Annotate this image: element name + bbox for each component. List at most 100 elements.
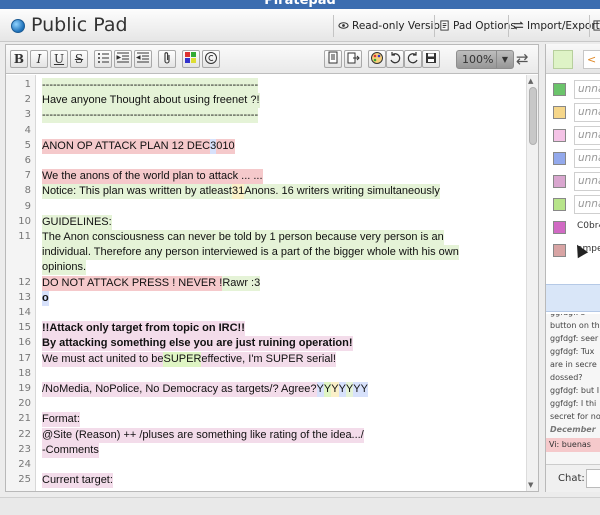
pad-text-area[interactable]: ----------------------------------------… <box>37 75 525 491</box>
bold-button[interactable]: B <box>10 50 28 68</box>
text-segment: YY <box>353 382 368 397</box>
scrollbar-thumb[interactable] <box>529 87 537 145</box>
document-icon <box>440 20 449 31</box>
chat-message: dossed? <box>550 373 583 382</box>
zoom-select[interactable]: 100% ▼ <box>456 50 514 69</box>
text-segment: effective, I'm SUPER serial! <box>201 351 336 367</box>
palette-icon <box>371 52 383 64</box>
text-segment: The Anon consciousness can never be told… <box>42 230 444 245</box>
line-number: 23 <box>18 443 31 455</box>
text-segment: Y <box>338 382 346 397</box>
scroll-up-icon[interactable]: ▲ <box>528 77 533 85</box>
pad-line: ----------------------------------------… <box>42 108 259 124</box>
scroll-down-icon[interactable]: ▼ <box>528 481 533 489</box>
chat-message: button on th <box>550 321 600 330</box>
user-name[interactable]: unna <box>574 195 600 214</box>
user-name[interactable]: unna <box>574 149 600 168</box>
user-name[interactable]: unna <box>574 80 600 99</box>
outdent-button[interactable] <box>134 50 152 68</box>
doc-settings-button[interactable] <box>324 50 342 68</box>
text-segment: individual. Therefore any person intervi… <box>42 245 459 261</box>
document-icon <box>328 51 338 64</box>
redo-icon <box>407 52 418 64</box>
pad-options-button[interactable]: Pad Options <box>439 17 516 35</box>
user-name[interactable]: unna <box>574 103 600 122</box>
authorship-colors-button[interactable] <box>368 50 386 68</box>
editor-toolbar: B I U S 100% ▼ <box>6 45 538 74</box>
user-color-swatch <box>553 152 566 165</box>
line-number: 9 <box>24 200 31 212</box>
text-segment: Format: <box>42 412 80 428</box>
line-number: 24 <box>18 459 31 470</box>
pad-line: individual. Therefore any person intervi… <box>42 245 459 261</box>
pad-line: DO NOT ATTACK PRESS ! NEVER !Rawr :3 <box>42 275 261 291</box>
toggle-sidebar-icon[interactable]: ⇄ <box>516 50 529 68</box>
user-name[interactable]: unna <box>574 126 600 145</box>
line-number: 25 <box>18 474 31 486</box>
line-number: 1 <box>24 79 31 90</box>
more-button[interactable] <box>593 17 600 35</box>
line-number: 18 <box>18 367 31 379</box>
italic-button[interactable]: I <box>30 50 48 68</box>
line-number: 4 <box>24 124 31 136</box>
text-segment: ----------------------------------------… <box>42 78 259 93</box>
pad-line: Current target: <box>42 473 113 489</box>
text-segment: We must act united to be <box>42 351 164 367</box>
eye-icon <box>338 22 349 29</box>
chat-header <box>546 284 600 312</box>
pad-line: @Site (Reason) ++ /pluses are something … <box>42 427 364 443</box>
divider <box>589 15 590 37</box>
redo-button[interactable] <box>404 50 422 68</box>
text-segment: By attacking something else you are just… <box>42 336 353 352</box>
window-title: Piratepad <box>264 0 336 8</box>
user-name[interactable]: unna <box>574 172 600 191</box>
user-row: unna <box>546 78 600 101</box>
pad-header: Public Pad Read-only Version Pad Options… <box>0 9 600 42</box>
line-number: 3 <box>24 109 31 121</box>
line-number: 20 <box>18 398 31 410</box>
bullet-list-button[interactable] <box>94 50 112 68</box>
my-name-input[interactable]: < e <box>583 50 600 69</box>
save-button[interactable] <box>422 50 440 68</box>
user-color-swatch <box>553 106 566 119</box>
indent-button[interactable] <box>114 50 132 68</box>
text-segment: GUIDELINES: <box>42 214 112 230</box>
text-segment: Rawr :3 <box>222 275 261 291</box>
chat-message: Vi: buenas <box>546 438 600 452</box>
user-row: unna <box>546 124 600 147</box>
undo-button[interactable] <box>386 50 404 68</box>
line-number: 8 <box>24 185 31 197</box>
line-number: 17 <box>18 352 31 364</box>
editor-panel: B I U S 100% ▼ 1 2 3 4 5 6 7 8 9 10 11 1… <box>5 44 539 492</box>
line-number: 12 <box>18 276 31 288</box>
pad-line: /NoMedia, NoPolice, No Democracy as targ… <box>42 382 368 397</box>
my-color-swatch[interactable] <box>553 50 573 69</box>
user-color-swatch <box>553 83 566 96</box>
chat-entry-bar: Chat: <box>546 464 600 492</box>
line-number-gutter: 1 2 3 4 5 6 7 8 9 10 11 12 13 14 15 16 17 18 19 20 21 22 23 24 2… <box>6 75 36 491</box>
export-button[interactable] <box>344 50 362 68</box>
user-color-swatch <box>553 221 566 234</box>
editor-scrollbar[interactable]: ▲ ▼ <box>526 75 538 491</box>
import-export-button[interactable]: Import/Export <box>513 17 600 35</box>
underline-button[interactable]: U <box>50 50 68 68</box>
readonly-version-button[interactable]: Read-only Version <box>338 17 447 35</box>
text-segment: Notice: This plan was written by atleast <box>42 184 232 200</box>
copyright-button[interactable] <box>202 50 220 68</box>
copyright-icon <box>205 52 217 64</box>
status-bar <box>0 497 600 515</box>
text-segment: Y <box>331 382 339 397</box>
color-grid-button[interactable] <box>182 50 200 68</box>
chat-input[interactable] <box>586 469 600 488</box>
pad-line: Format: <box>42 412 80 428</box>
swap-arrows-icon <box>513 21 524 30</box>
strikethrough-button[interactable]: S <box>70 50 88 68</box>
line-number: 15 <box>18 322 31 334</box>
chat-message: secret for no <box>550 412 600 421</box>
user-row: C0br4 <box>546 216 600 239</box>
chat-message: ggfdgf: I thi <box>550 399 597 408</box>
zoom-value: 100% <box>462 53 494 66</box>
line-number: 19 <box>18 383 31 394</box>
list-icon <box>98 53 109 63</box>
attach-button[interactable] <box>158 50 176 68</box>
